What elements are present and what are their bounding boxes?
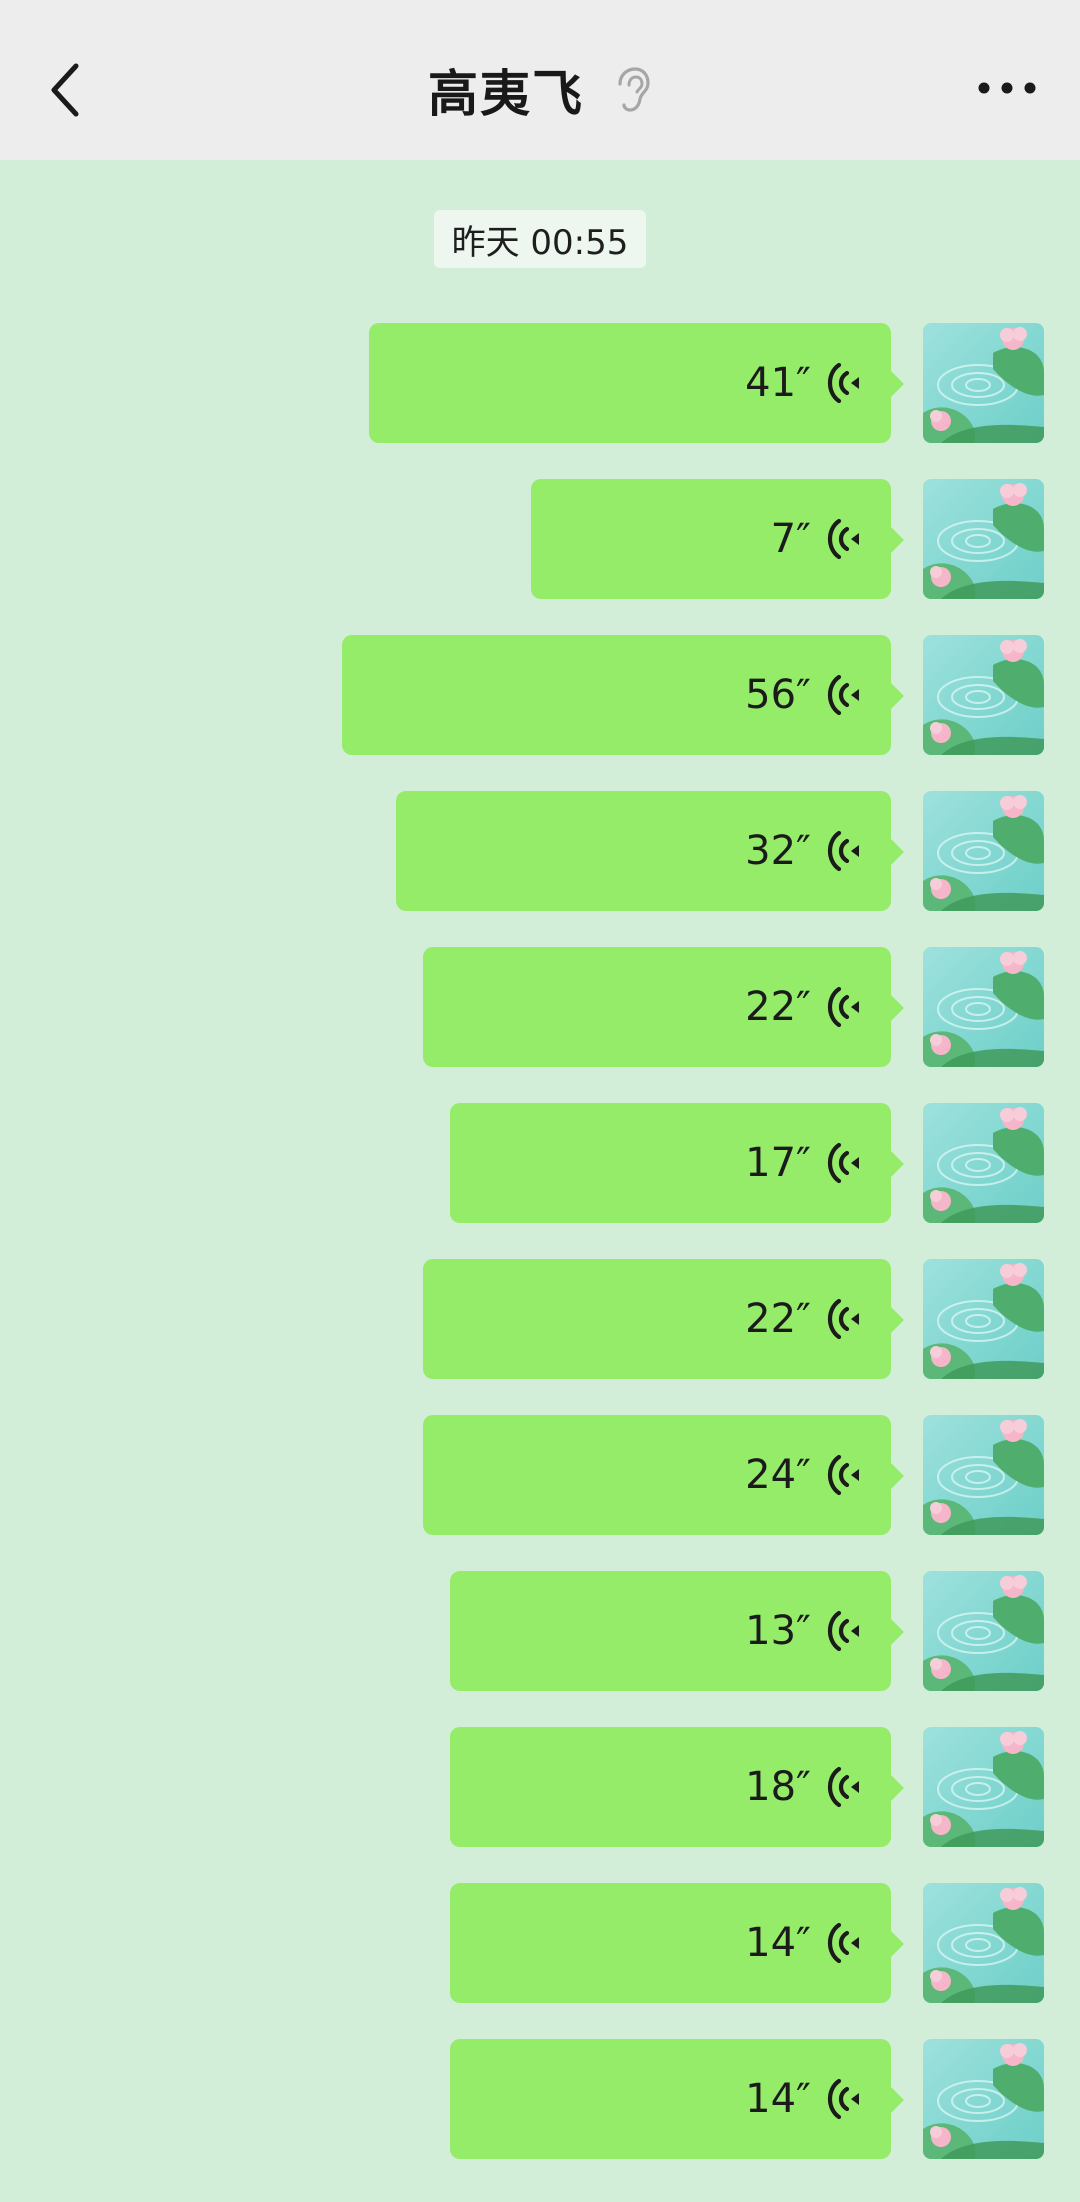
voice-message-row: 13″	[0, 1571, 1080, 1691]
voice-message-row: 56″	[0, 635, 1080, 755]
voice-wave-icon	[825, 983, 865, 1031]
voice-message-row: 24″	[0, 1415, 1080, 1535]
voice-duration: 13″	[745, 1608, 811, 1654]
ear-icon	[614, 66, 652, 114]
more-dots-icon	[978, 82, 1036, 94]
voice-message-row: 14″	[0, 2039, 1080, 2159]
avatar[interactable]	[923, 1571, 1044, 1691]
voice-duration: 7″	[770, 516, 811, 562]
voice-message-bubble[interactable]: 24″	[423, 1415, 904, 1535]
voice-duration: 18″	[745, 1764, 811, 1810]
title-container: 高夷飞	[0, 52, 1080, 128]
message-timestamp: 昨天 00:55	[434, 210, 646, 268]
chat-header: 高夷飞	[0, 0, 1080, 160]
avatar[interactable]	[923, 479, 1044, 599]
avatar[interactable]	[923, 947, 1044, 1067]
avatar[interactable]	[923, 791, 1044, 911]
voice-message-row: 7″	[0, 479, 1080, 599]
voice-wave-icon	[825, 2075, 865, 2123]
voice-duration: 17″	[745, 1140, 811, 1186]
voice-message-bubble[interactable]: 14″	[450, 2039, 904, 2159]
avatar[interactable]	[923, 2039, 1044, 2159]
voice-duration: 14″	[745, 2076, 811, 2122]
voice-message-bubble[interactable]: 17″	[450, 1103, 904, 1223]
chat-title: 高夷飞	[428, 65, 584, 123]
voice-message-row: 18″	[0, 1727, 1080, 1847]
voice-message-row: 41″	[0, 323, 1080, 443]
voice-wave-icon	[825, 1919, 865, 1967]
voice-message-row: 32″	[0, 791, 1080, 911]
avatar[interactable]	[923, 1883, 1044, 2003]
voice-message-bubble[interactable]: 14″	[450, 1883, 904, 2003]
avatar[interactable]	[923, 323, 1044, 443]
voice-message-bubble[interactable]: 56″	[342, 635, 904, 755]
voice-duration: 41″	[745, 360, 811, 406]
voice-message-row: 22″	[0, 947, 1080, 1067]
voice-wave-icon	[825, 671, 865, 719]
voice-duration: 24″	[745, 1452, 811, 1498]
avatar[interactable]	[923, 1415, 1044, 1535]
voice-wave-icon	[825, 1295, 865, 1343]
voice-message-bubble[interactable]: 22″	[423, 1259, 904, 1379]
avatar[interactable]	[923, 1259, 1044, 1379]
voice-duration: 14″	[745, 1920, 811, 1966]
voice-wave-icon	[825, 1451, 865, 1499]
voice-wave-icon	[825, 515, 865, 563]
voice-message-row: 22″	[0, 1259, 1080, 1379]
voice-duration: 32″	[745, 828, 811, 874]
voice-wave-icon	[825, 827, 865, 875]
voice-message-bubble[interactable]: 41″	[369, 323, 904, 443]
voice-wave-icon	[825, 359, 865, 407]
avatar[interactable]	[923, 1727, 1044, 1847]
avatar[interactable]	[923, 635, 1044, 755]
voice-message-bubble[interactable]: 7″	[531, 479, 904, 599]
voice-wave-icon	[825, 1139, 865, 1187]
voice-duration: 22″	[745, 1296, 811, 1342]
voice-message-bubble[interactable]: 18″	[450, 1727, 904, 1847]
voice-wave-icon	[825, 1607, 865, 1655]
avatar[interactable]	[923, 1103, 1044, 1223]
voice-message-bubble[interactable]: 13″	[450, 1571, 904, 1691]
voice-message-row: 17″	[0, 1103, 1080, 1223]
voice-duration: 22″	[745, 984, 811, 1030]
voice-message-bubble[interactable]: 22″	[423, 947, 904, 1067]
voice-wave-icon	[825, 1763, 865, 1811]
more-options-button[interactable]	[972, 58, 1042, 118]
voice-message-row: 14″	[0, 1883, 1080, 2003]
voice-message-bubble[interactable]: 32″	[396, 791, 904, 911]
voice-duration: 56″	[745, 672, 811, 718]
